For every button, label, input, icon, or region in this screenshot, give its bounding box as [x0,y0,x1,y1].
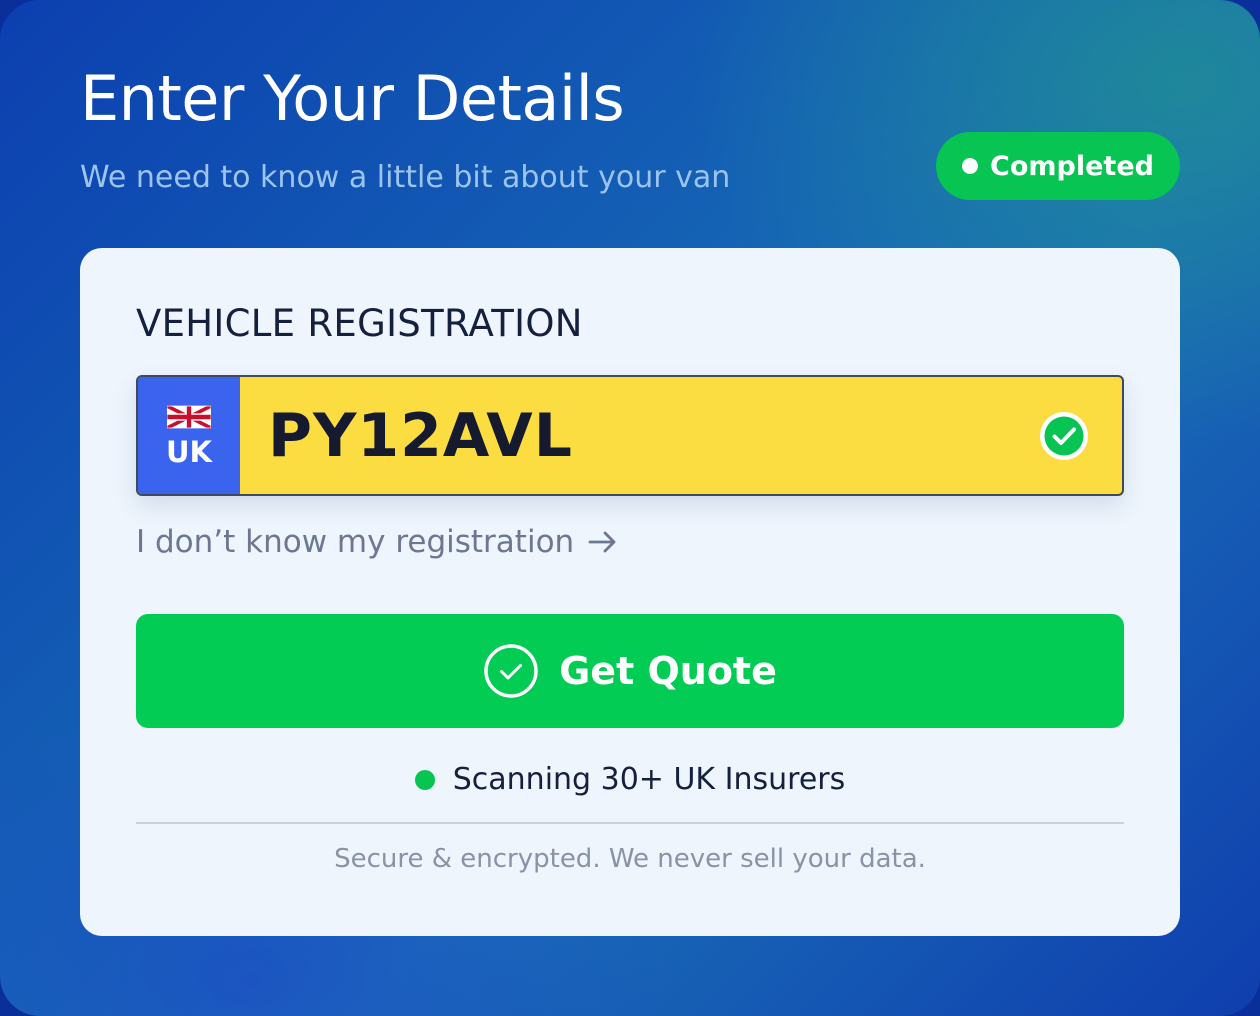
page-subtitle: We need to know a little bit about your … [80,160,731,195]
plate-country-code: UK [165,435,213,469]
registration-field-label: VEHICLE REGISTRATION [136,302,583,345]
registration-input[interactable] [268,391,968,481]
scanning-status-label: Scanning 30+ UK Insurers [452,762,846,797]
divider [136,822,1124,824]
live-status-dot-icon [414,769,435,790]
scanning-status: Scanning 30+ UK Insurers [80,762,1180,797]
registration-plate-field[interactable]: UK [136,375,1124,496]
quote-panel: Enter Your Details We need to know a lit… [0,0,1260,1016]
status-badge-label: Completed [990,150,1154,182]
registration-card: VEHICLE REGISTRATION UK I don’t kn [80,248,1180,936]
status-badge: Completed [936,132,1180,200]
arrow-right-icon [588,531,616,553]
check-circle-outline-icon [484,644,538,698]
status-dot-icon [962,158,979,174]
plate-country-band: UK [138,377,240,494]
check-circle-icon [1040,412,1088,460]
get-quote-label: Get Quote [559,649,777,693]
privacy-note: Secure & encrypted. We never sell your d… [334,844,926,874]
unknown-registration-link[interactable]: I don’t know my registration [136,524,618,560]
get-quote-button[interactable]: Get Quote [136,614,1124,728]
unknown-registration-label: I don’t know my registration [136,524,575,560]
page-title: Enter Your Details [80,62,625,135]
union-jack-icon [167,404,211,430]
